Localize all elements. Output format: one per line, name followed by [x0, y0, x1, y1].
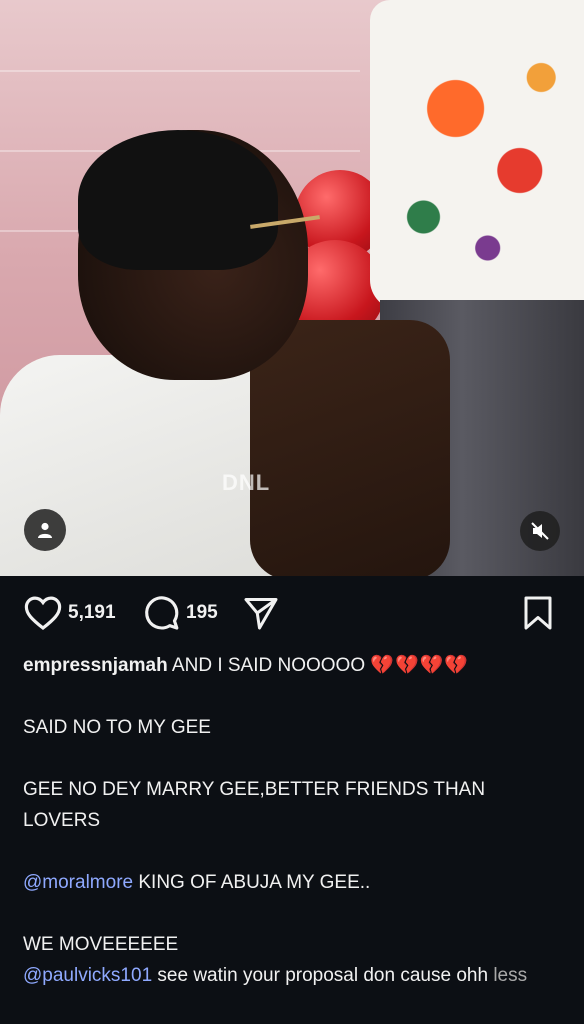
- mention-link[interactable]: @paulvicks101: [23, 965, 152, 986]
- like-button[interactable]: 5,191: [24, 590, 116, 636]
- caption-line: SAID NO TO MY GEE: [23, 717, 211, 738]
- caption-line: @paulvicks101 see watin your proposal do…: [23, 960, 563, 991]
- post-caption: empressnjamah AND I SAID NOOOOO 💔💔💔💔 SAI…: [23, 650, 563, 991]
- person-icon: [38, 522, 52, 538]
- comment-button[interactable]: 195: [142, 590, 218, 636]
- kneeling-man: [0, 130, 450, 576]
- tagged-people-button[interactable]: [24, 509, 66, 551]
- caption-line: WE MOVEEEEEE: [23, 934, 179, 955]
- caption-headline: empressnjamah AND I SAID NOOOOO 💔💔💔💔: [23, 650, 563, 681]
- post-media[interactable]: DNL: [0, 0, 584, 576]
- arm: [250, 320, 450, 576]
- bookmark-icon: [524, 596, 552, 630]
- comment-bubble-icon: [145, 596, 179, 630]
- paper-plane-icon: [244, 598, 278, 630]
- wall-molding: [0, 70, 360, 72]
- hair: [78, 130, 278, 270]
- less-link[interactable]: less: [493, 965, 527, 986]
- media-watermark: DNL: [222, 470, 271, 495]
- caption-text: KING OF ABUJA MY GEE..: [133, 872, 371, 893]
- mention-link[interactable]: @moralmore: [23, 872, 133, 893]
- speaker-muted-icon: [531, 522, 549, 540]
- save-button[interactable]: [522, 590, 554, 636]
- caption-text: see watin your proposal don cause ohh: [152, 965, 489, 986]
- comment-count: 195: [186, 602, 218, 623]
- caption-line: @moralmore KING OF ABUJA MY GEE..: [23, 867, 563, 898]
- broken-heart-emojis: 💔💔💔💔: [370, 655, 470, 676]
- share-button[interactable]: [242, 590, 280, 636]
- heart-icon: [24, 596, 62, 631]
- mute-button[interactable]: [520, 511, 560, 551]
- caption-headline-text: AND I SAID NOOOOO: [171, 655, 366, 676]
- like-count: 5,191: [68, 602, 116, 623]
- action-bar: 5,191 195: [0, 590, 584, 636]
- caption-username[interactable]: empressnjamah: [23, 655, 168, 676]
- caption-line: GEE NO DEY MARRY GEE,BETTER FRIENDS THAN…: [23, 779, 486, 831]
